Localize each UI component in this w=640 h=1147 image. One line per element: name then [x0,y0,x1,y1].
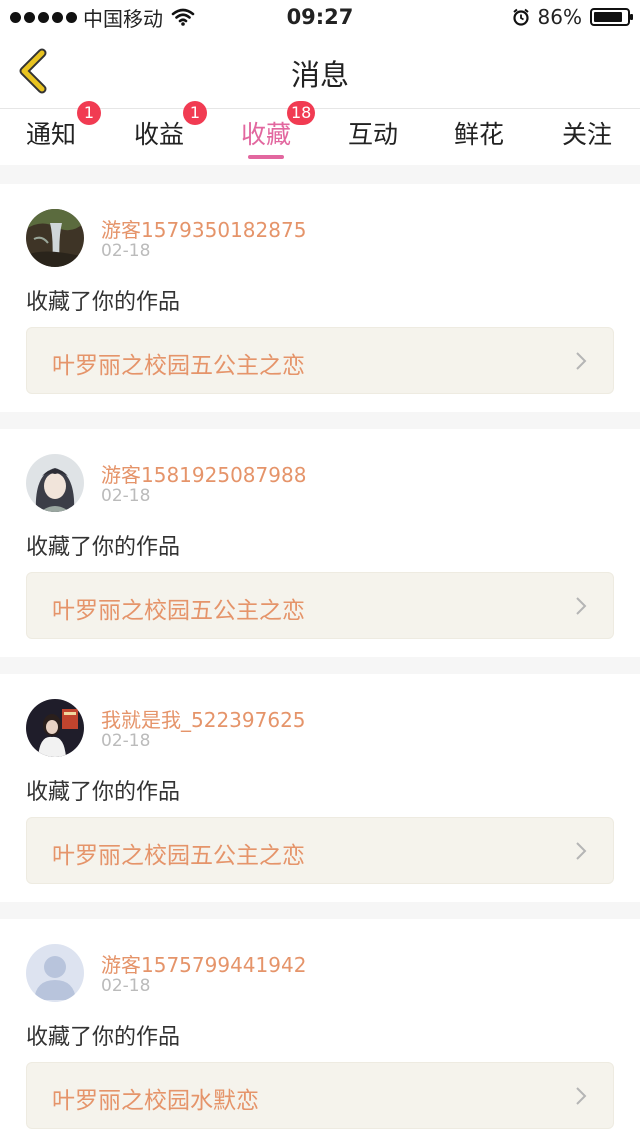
username[interactable]: 游客1575799441942 [101,949,306,978]
tab-favorites[interactable]: 收藏 18 [241,101,316,159]
work-link[interactable]: 叶罗丽之校园五公主之恋 [26,327,614,394]
tab-earnings[interactable]: 收益 1 [134,101,207,151]
unread-badge: 1 [77,101,101,125]
work-title: 叶罗丽之校园五公主之恋 [52,843,305,869]
message-text: 收藏了你的作品 [26,535,181,560]
battery-percent: 86% [537,5,582,29]
battery-icon [590,8,633,26]
unread-badge: 1 [183,101,207,125]
tab-label: 收益 [134,120,185,149]
tab-label: 通知 [26,120,77,149]
message-card: 游客1579350182875 02-18 收藏了你的作品 叶罗丽之校园五公主之… [0,184,640,412]
message-text: 收藏了你的作品 [26,290,181,315]
status-right: 86% [512,4,633,30]
chevron-right-icon [576,597,587,615]
avatar[interactable] [26,944,84,1002]
message-date: 02-18 [101,486,151,506]
message-card: 游客1575799441942 02-18 收藏了你的作品 叶罗丽之校园水默恋 [0,919,640,1147]
work-title: 叶罗丽之校园五公主之恋 [52,353,305,379]
username[interactable]: 游客1579350182875 [101,214,306,243]
chevron-right-icon [576,1087,587,1105]
tab-bar: 通知 1 收益 1 收藏 18 互动 鲜花 关注 [0,101,640,165]
chevron-right-icon [576,352,587,370]
message-date: 02-18 [101,241,151,261]
username[interactable]: 游客1581925087988 [101,459,306,488]
tab-notifications[interactable]: 通知 1 [26,101,101,151]
message-date: 02-18 [101,976,151,996]
message-card: 我就是我_522397625 02-18 收藏了你的作品 叶罗丽之校园五公主之恋 [0,674,640,902]
work-link[interactable]: 叶罗丽之校园五公主之恋 [26,817,614,884]
tab-label: 鲜花 [454,120,505,149]
work-title: 叶罗丽之校园水默恋 [52,1088,259,1114]
avatar[interactable] [26,209,84,267]
work-link[interactable]: 叶罗丽之校园水默恋 [26,1062,614,1129]
message-text: 收藏了你的作品 [26,780,181,805]
message-card: 游客1581925087988 02-18 收藏了你的作品 叶罗丽之校园五公主之… [0,429,640,657]
username[interactable]: 我就是我_522397625 [101,704,306,733]
tab-flowers[interactable]: 鲜花 [454,115,504,151]
chevron-right-icon [576,842,587,860]
avatar[interactable] [26,454,84,512]
tab-label: 关注 [562,120,613,149]
battery-fill [594,12,622,22]
unread-badge: 18 [287,101,316,125]
message-text: 收藏了你的作品 [26,1025,181,1050]
avatar[interactable] [26,699,84,757]
page-title: 消息 [290,58,349,92]
active-tab-indicator [248,155,284,159]
tab-follows[interactable]: 关注 [562,115,612,151]
tab-label: 互动 [348,120,399,149]
status-bar: 中国移动 09:27 86% [0,0,640,34]
tab-interactions[interactable]: 互动 [348,115,398,151]
tab-label: 收藏 [241,120,292,149]
work-title: 叶罗丽之校园五公主之恋 [52,598,305,624]
work-link[interactable]: 叶罗丽之校园五公主之恋 [26,572,614,639]
nav-bar: 消息 [0,34,640,109]
alarm-icon [512,8,529,26]
message-date: 02-18 [101,731,151,751]
